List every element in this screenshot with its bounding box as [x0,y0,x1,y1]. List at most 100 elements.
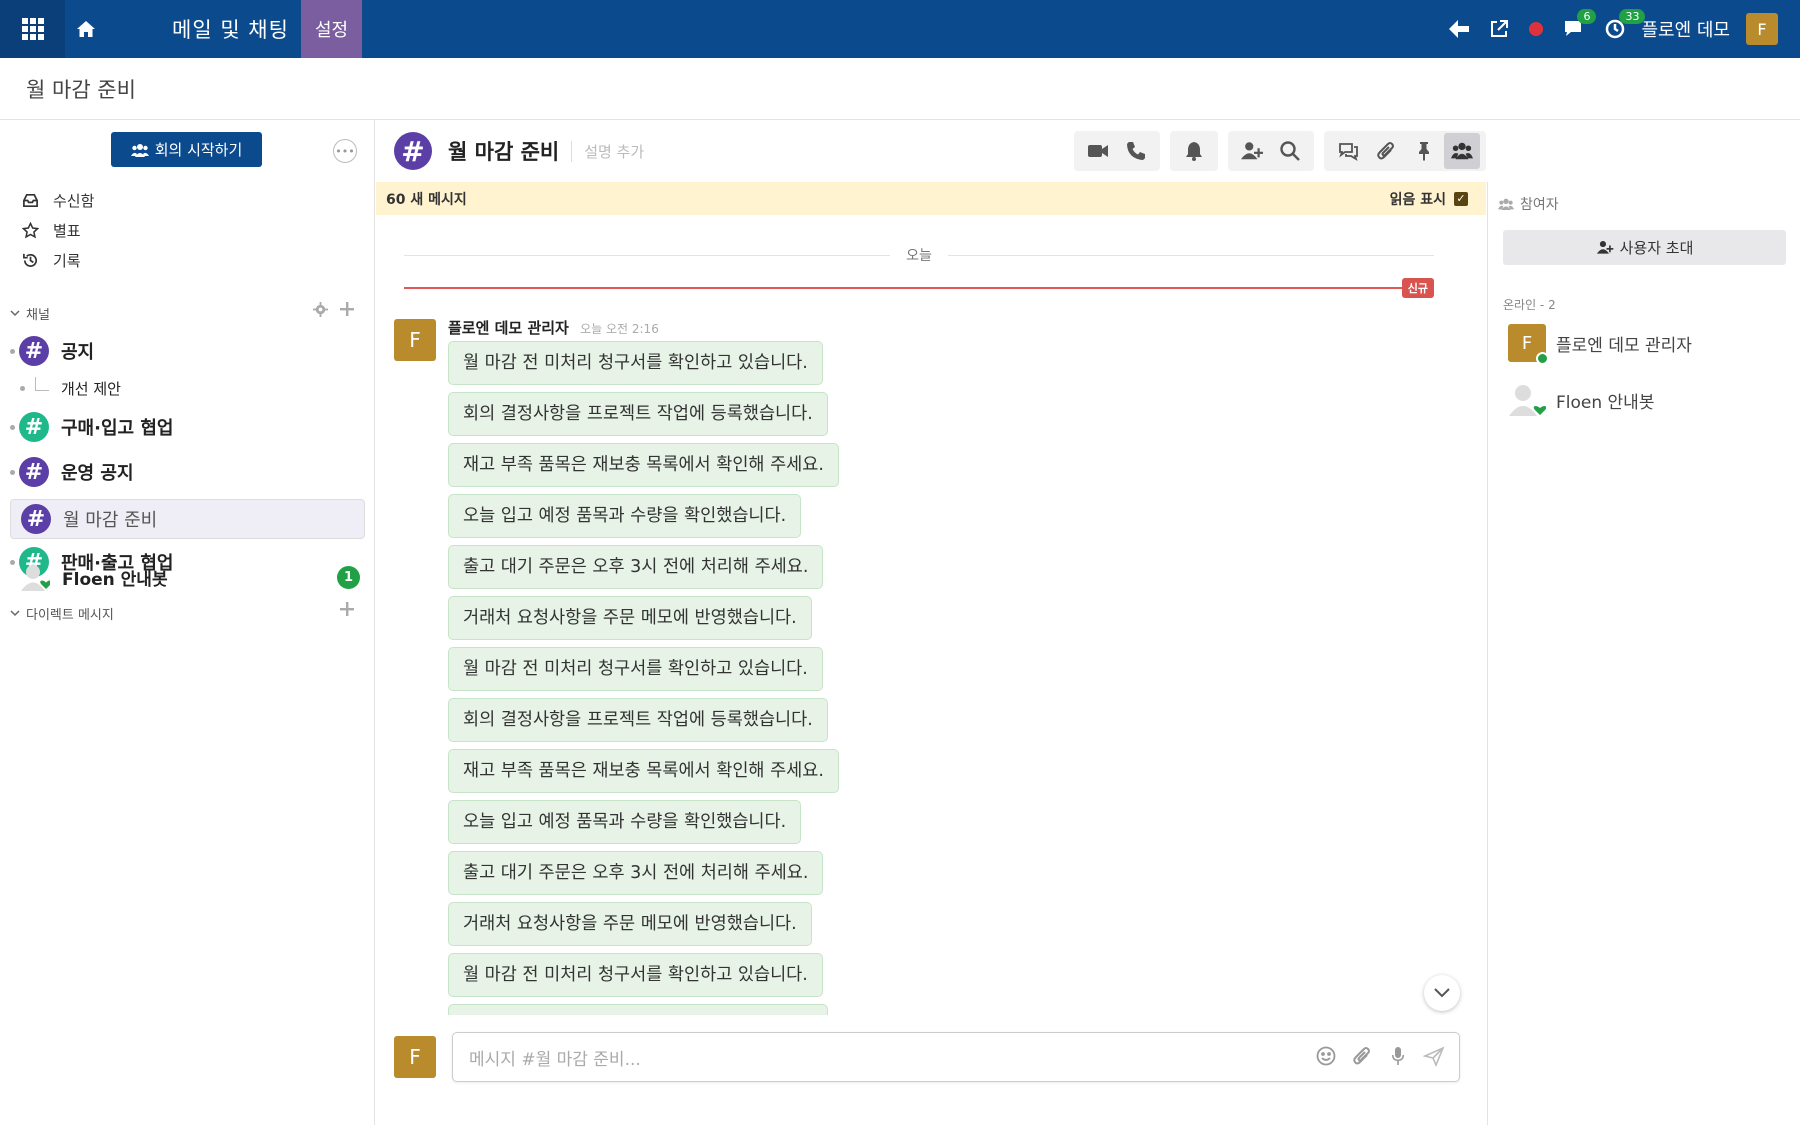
author-name[interactable]: 플로엔 데모 관리자 [448,319,569,337]
member-name: Floen 안내봇 [1556,392,1655,413]
add-user-icon[interactable] [1234,133,1270,169]
video-call-icon[interactable] [1080,133,1116,169]
author-avatar[interactable]: F [394,319,436,361]
user-avatar[interactable]: F [1746,13,1778,45]
sidebar-item-channel[interactable]: # 운영 공지 [10,452,365,492]
member-avatar: F [1508,324,1549,365]
message-group: 월 마감 전 미처리 청구서를 확인하고 있습니다. 회의 결정사항을 프로젝트 … [448,341,839,1015]
user-menu[interactable]: 플로엔 데모 [1641,16,1730,42]
mark-as-read-label: 읽음 표시 [1389,191,1446,208]
chat-badge: 6 [1577,9,1597,24]
message-bubble[interactable]: 회의 결정사항을 프로젝트 작업에 등록했습니다. [448,698,828,742]
page-title: 월 마감 준비 [26,77,136,102]
message-bubble[interactable]: 출고 대기 주문은 오후 3시 전에 처리해 주세요. [448,545,824,589]
channel-main: # 월 마감 준비 설명 추가 60 새 메시지 읽음 표시 ✓ 오늘 신규 F… [376,120,1486,1125]
new-messages-separator: 신규 [404,278,1434,298]
sidebar-item-label: 수신함 [53,192,95,210]
sidebar-item-channel-active[interactable]: # 월 마감 준비 [10,499,365,539]
bullet-icon [10,559,15,565]
inbox-icon [23,193,38,208]
sidebar-item-starred[interactable]: 별표 [22,220,81,241]
hash-icon: # [19,412,49,442]
message-bubble[interactable]: 월 마감 전 미처리 청구서를 확인하고 있습니다. [448,341,823,385]
sidebar-item-dm[interactable]: Floen 안내봇 1 [20,562,360,592]
channel-description-input[interactable]: 설명 추가 [571,140,644,162]
message-bubble[interactable]: 거래처 요청사항을 주문 메모에 반영했습니다. [448,902,812,946]
sidebar-item-inbox[interactable]: 수신함 [22,190,94,211]
app-title[interactable]: 메일 및 채팅 [172,14,289,44]
new-messages-banner[interactable]: 60 새 메시지 읽음 표시 ✓ [376,182,1486,215]
start-meeting-button[interactable]: 회의 시작하기 [111,132,262,167]
attachment-icon[interactable] [1351,1045,1373,1067]
send-icon[interactable] [1423,1045,1445,1067]
message-list[interactable]: 오늘 신규 F 플로엔 데모 관리자 오늘 오전 2:16 월 마감 전 미처리… [376,215,1486,1015]
add-channel-icon[interactable] [340,302,354,316]
recording-dot-icon[interactable] [1529,22,1544,36]
message-bubble[interactable]: 오늘 입고 예정 품목과 수량을 확인했습니다. [448,494,802,538]
member-item[interactable]: F 플로엔 데모 관리자 [1508,324,1692,365]
search-icon[interactable] [1272,133,1308,169]
members-icon[interactable] [1444,133,1480,169]
dm-name: Floen 안내봇 [62,569,168,590]
add-dm-icon[interactable] [340,602,354,616]
bullet-icon [20,386,25,391]
users-icon [130,143,149,157]
check-icon: ✓ [1454,191,1468,206]
channel-name: 구매·입고 협업 [61,418,174,439]
channel-header: # 월 마감 준비 설명 추가 [376,120,1486,182]
phone-icon[interactable] [1118,133,1154,169]
bot-avatar [1509,385,1546,416]
sidebar-item-channel[interactable]: # 공지 [10,331,365,371]
hash-icon: # [19,457,49,487]
message-bubble[interactable]: 출고 대기 주문은 오후 3시 전에 처리해 주세요. [448,851,824,895]
activity-clock-icon[interactable]: 33 [1605,9,1646,39]
sidebar-item-subchannel[interactable]: 개선 제안 [20,376,121,399]
home-icon[interactable] [65,0,107,58]
pin-icon[interactable] [1406,133,1442,169]
dm-section-toggle[interactable]: 다이렉트 메시지 [10,604,114,623]
message-bubble[interactable]: 회의 결정사항을 프로젝트 작업에 등록했습니다. [448,392,828,436]
message-bubble[interactable]: 월 마감 전 미처리 청구서를 확인하고 있습니다. [448,953,823,997]
activity-badge: 33 [1619,9,1646,24]
message-bubble[interactable]: 거래처 요청사항을 주문 메모에 반영했습니다. [448,596,812,640]
more-options-icon[interactable]: ••• [333,139,357,163]
message-timestamp: 오늘 오전 2:16 [580,322,659,336]
bell-icon[interactable] [1176,133,1212,169]
member-panel-label: 참여자 [1520,197,1559,213]
scroll-to-bottom-button[interactable] [1424,975,1460,1011]
new-messages-count: 60 새 메시지 [386,191,467,208]
sidebar-item-history[interactable]: 기록 [22,250,81,271]
message-bubble[interactable]: 재고 부족 품목은 재보충 목록에서 확인해 주세요. [448,749,839,793]
message-bubble[interactable]: 오늘 입고 예정 품목과 수량을 확인했습니다. [448,800,802,844]
users-icon [1498,198,1514,210]
bullet-icon [10,469,15,475]
dm-header: 다이렉트 메시지 [26,608,114,623]
message-bubble[interactable]: 재고 부족 품목은 재보충 목록에서 확인해 주세요. [448,443,839,487]
apps-menu-icon[interactable] [0,0,65,58]
channel-title[interactable]: 월 마감 준비 [448,136,559,166]
emoji-icon[interactable] [1315,1045,1337,1067]
external-link-icon[interactable] [1489,19,1509,39]
online-count: 온라인 - 2 [1503,298,1556,312]
invite-user-button[interactable]: 사용자 초대 [1503,230,1786,265]
mark-as-read-button[interactable]: 읽음 표시 ✓ [1390,189,1468,209]
new-tag: 신규 [1401,278,1434,298]
star-icon [22,222,39,239]
message-bubble[interactable]: 회의 결정사항을 프로젝트 작업에 등록했습니다. [448,1004,828,1015]
gear-icon[interactable] [313,302,328,317]
message-composer-input[interactable]: 메시지 #월 마감 준비... [452,1032,1460,1082]
member-item[interactable]: Floen 안내봇 [1508,382,1654,418]
sidebar-item-channel[interactable]: # 구매·입고 협업 [10,407,365,447]
channels-section-toggle[interactable]: 채널 [10,304,50,323]
history-icon [23,253,37,267]
unread-badge: 1 [337,565,360,589]
chat-icon[interactable]: 6 [1563,9,1597,39]
message-bubble[interactable]: 월 마감 전 미처리 청구서를 확인하고 있습니다. [448,647,823,691]
bullet-icon [10,348,15,354]
microphone-icon[interactable] [1387,1045,1409,1067]
message-author: 플로엔 데모 관리자 오늘 오전 2:16 [448,317,659,338]
back-arrow-icon[interactable] [1449,20,1470,38]
threads-icon[interactable] [1330,133,1366,169]
settings-tab[interactable]: 설정 [300,0,363,58]
attachment-icon[interactable] [1368,133,1404,169]
